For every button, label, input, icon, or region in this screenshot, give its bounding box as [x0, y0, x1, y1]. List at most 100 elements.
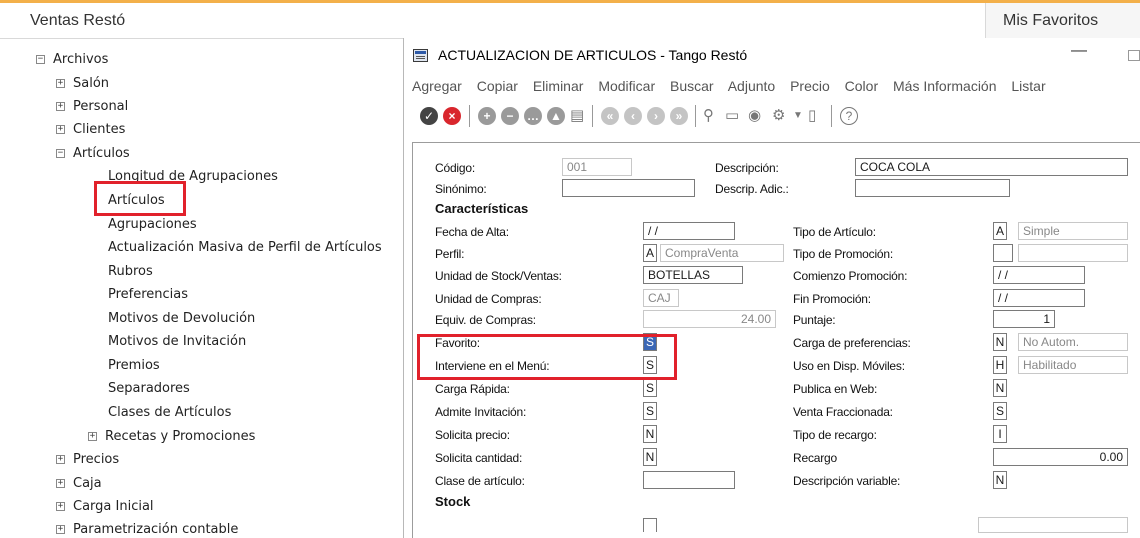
- collapse-icon[interactable]: −: [56, 149, 65, 158]
- document-icon[interactable]: ▤: [570, 106, 584, 124]
- descrip-adic-field[interactable]: [855, 179, 1010, 197]
- carga-preferencias-code-field[interactable]: N: [993, 333, 1007, 351]
- gear-icon[interactable]: ⚙: [772, 106, 785, 124]
- descrip-adic-label: Descrip. Adic.:: [715, 182, 789, 196]
- tree-item-precios[interactable]: + Precios: [56, 452, 119, 467]
- comienzo-promocion-field[interactable]: / /: [993, 266, 1085, 284]
- tree-item-carga-inicial[interactable]: + Carga Inicial: [56, 499, 154, 514]
- tipo-recargo-label: Tipo de recargo:: [793, 428, 877, 442]
- expand-icon[interactable]: +: [56, 125, 65, 134]
- unidad-stock-label: Unidad de Stock/Ventas:: [435, 269, 562, 283]
- stock-right-field-partial[interactable]: [978, 517, 1128, 533]
- tree-item-premios[interactable]: Premios: [108, 358, 160, 373]
- menu-adjunto[interactable]: Adjunto: [728, 78, 775, 94]
- tree-item-actualizacion-masiva[interactable]: Actualización Masiva de Perfil de Artícu…: [108, 240, 382, 255]
- equiv-compras-field[interactable]: 24.00: [643, 310, 776, 328]
- circle-i-icon[interactable]: ◉: [748, 106, 761, 124]
- unidad-stock-field[interactable]: BOTELLAS: [643, 266, 743, 284]
- tipo-recargo-field[interactable]: I: [993, 425, 1007, 443]
- codigo-field[interactable]: 001: [562, 158, 632, 176]
- minimize-button[interactable]: —: [1071, 42, 1087, 60]
- solicita-cantidad-field[interactable]: N: [643, 448, 657, 466]
- venta-fraccionada-field[interactable]: S: [993, 402, 1007, 420]
- check-icon[interactable]: ✓: [420, 107, 438, 125]
- descripcion-field[interactable]: COCA COLA: [855, 158, 1128, 176]
- monitor-icon[interactable]: ▭: [725, 106, 739, 124]
- window-titlebar[interactable]: ACTUALIZACION DE ARTICULOS - Tango Restó…: [404, 38, 1140, 72]
- publica-web-field[interactable]: N: [993, 379, 1007, 397]
- more-icon[interactable]: …: [524, 107, 542, 125]
- perfil-code-field[interactable]: A: [643, 244, 657, 262]
- prev-icon[interactable]: ‹: [624, 107, 642, 125]
- tree-item-preferencias[interactable]: Preferencias: [108, 287, 188, 302]
- tree-item-salon[interactable]: + Salón: [56, 76, 109, 91]
- clase-articulo-field[interactable]: [643, 471, 735, 489]
- caracteristicas-heading: Características: [435, 201, 529, 216]
- expand-icon[interactable]: +: [56, 479, 65, 488]
- sinonimo-field[interactable]: [562, 179, 695, 197]
- menu-listar[interactable]: Listar: [1011, 78, 1045, 94]
- first-icon[interactable]: «: [601, 107, 619, 125]
- tipo-articulo-code-field[interactable]: A: [993, 222, 1007, 240]
- menu-precio[interactable]: Precio: [790, 78, 830, 94]
- menu-bar: Agregar Copiar Eliminar Modificar Buscar…: [412, 78, 1057, 94]
- tree-item-rubros[interactable]: Rubros: [108, 264, 153, 279]
- expand-icon[interactable]: +: [56, 502, 65, 511]
- add-icon[interactable]: +: [478, 107, 496, 125]
- tree-item-archivos[interactable]: − Archivos: [36, 52, 108, 67]
- maximize-button[interactable]: [1128, 50, 1140, 61]
- descripcion-variable-field[interactable]: N: [993, 471, 1007, 489]
- cancel-icon[interactable]: ×: [443, 107, 461, 125]
- menu-copiar[interactable]: Copiar: [477, 78, 518, 94]
- collapse-icon[interactable]: −: [36, 55, 45, 64]
- expand-icon[interactable]: +: [88, 432, 97, 441]
- menu-eliminar[interactable]: Eliminar: [533, 78, 584, 94]
- menu-agregar[interactable]: Agregar: [412, 78, 462, 94]
- tree-item-caja[interactable]: + Caja: [56, 476, 102, 491]
- tree-item-clientes[interactable]: + Clientes: [56, 122, 125, 137]
- tree-item-separadores[interactable]: Separadores: [108, 381, 190, 396]
- uso-moviles-label: Uso en Disp. Móviles:: [793, 359, 905, 373]
- tree-item-agrupaciones[interactable]: Agrupaciones: [108, 217, 197, 232]
- expand-icon[interactable]: +: [56, 102, 65, 111]
- solicita-precio-field[interactable]: N: [643, 425, 657, 443]
- menu-modificar[interactable]: Modificar: [598, 78, 655, 94]
- menu-color[interactable]: Color: [845, 78, 878, 94]
- toolbar-separator: [695, 105, 696, 127]
- menu-mas-informacion[interactable]: Más Información: [893, 78, 996, 94]
- fecha-alta-field[interactable]: / /: [643, 222, 735, 240]
- expand-icon[interactable]: +: [56, 455, 65, 464]
- tree-item-personal[interactable]: + Personal: [56, 99, 128, 114]
- dropdown-icon[interactable]: ▼: [793, 110, 803, 121]
- recargo-field[interactable]: 0.00: [993, 448, 1128, 466]
- last-icon[interactable]: »: [670, 107, 688, 125]
- tree-item-recetas-promociones[interactable]: + Recetas y Promociones: [88, 429, 255, 444]
- next-icon[interactable]: ›: [647, 107, 665, 125]
- favorites-title[interactable]: Mis Favoritos: [1003, 12, 1098, 30]
- tipo-articulo-label: Tipo de Artículo:: [793, 225, 876, 239]
- tree-item-motivos-devolucion[interactable]: Motivos de Devolución: [108, 311, 255, 326]
- unidad-compras-field[interactable]: CAJ: [643, 289, 679, 307]
- admite-invitacion-field[interactable]: S: [643, 402, 657, 420]
- expand-icon[interactable]: +: [56, 79, 65, 88]
- tree-item-articulos-group[interactable]: − Artículos: [56, 146, 130, 161]
- highlight-box-articulos: [94, 181, 186, 216]
- solicita-precio-label: Solicita precio:: [435, 428, 510, 442]
- tree-item-clases-articulos[interactable]: Clases de Artículos: [108, 405, 231, 420]
- tree-item-parametrizacion-contable[interactable]: + Parametrización contable: [56, 522, 238, 537]
- up-icon[interactable]: ▲: [547, 107, 565, 125]
- carga-rapida-field[interactable]: S: [643, 379, 657, 397]
- help-icon[interactable]: ?: [840, 107, 858, 125]
- publica-web-label: Publica en Web:: [793, 382, 878, 396]
- attach-icon[interactable]: ▯: [808, 106, 816, 124]
- menu-buscar[interactable]: Buscar: [670, 78, 714, 94]
- remove-icon[interactable]: −: [501, 107, 519, 125]
- fin-promocion-field[interactable]: / /: [993, 289, 1085, 307]
- tree-item-motivos-invitacion[interactable]: Motivos de Invitación: [108, 334, 246, 349]
- stock-field-partial[interactable]: [643, 518, 657, 532]
- expand-icon[interactable]: +: [56, 525, 65, 534]
- uso-moviles-code-field[interactable]: H: [993, 356, 1007, 374]
- puntaje-field[interactable]: 1: [993, 310, 1055, 328]
- binoculars-icon[interactable]: ⚲: [703, 106, 714, 124]
- tipo-promocion-code-field[interactable]: [993, 244, 1013, 262]
